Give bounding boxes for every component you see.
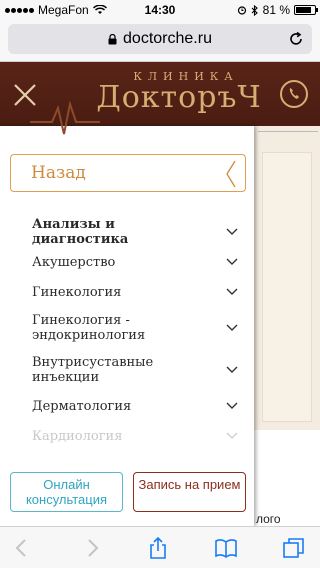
- menu-item-label: Кардиология: [32, 428, 123, 444]
- bookmarks-icon[interactable]: [214, 536, 238, 560]
- book-appointment-button[interactable]: Запись на прием: [133, 472, 246, 512]
- menu-action-buttons: Онлайн консультация Запись на прием: [10, 472, 246, 512]
- chevron-down-icon: [226, 228, 238, 235]
- menu-item-label: Внутрисуставные инъекции: [32, 355, 154, 385]
- chevron-down-icon: [226, 366, 238, 373]
- menu-item-label: Анализы и диагностика: [32, 217, 129, 247]
- clinic-logo[interactable]: КЛИНИКА ДокторъЧ: [94, 70, 264, 118]
- back-button-label: Назад: [31, 163, 86, 183]
- online-consultation-button[interactable]: Онлайн консультация: [10, 472, 123, 512]
- menu-item-analyses[interactable]: Анализы и диагностика: [0, 217, 254, 247]
- chevron-down-icon: [226, 288, 238, 295]
- phone-icon: [289, 88, 299, 99]
- phone-button[interactable]: [280, 80, 308, 108]
- chevron-down-icon: [226, 324, 238, 331]
- url-text: doctorche.ru: [123, 30, 212, 47]
- chevron-down-icon: [226, 432, 238, 439]
- address-bar[interactable]: doctorche.ru: [8, 24, 312, 54]
- browser-toolbar: [0, 526, 320, 568]
- tabs-icon[interactable]: [282, 536, 306, 560]
- menu-item-dermatology[interactable]: Дерматология: [0, 394, 254, 418]
- share-icon[interactable]: [146, 536, 170, 560]
- chevron-down-icon: [226, 402, 238, 409]
- bluetooth-icon: [251, 4, 258, 16]
- navigation-menu-panel: Назад Анализы и диагностика Акушерство Г…: [0, 100, 254, 526]
- menu-item-intraarticular-injections[interactable]: Внутрисуставные инъекции: [0, 352, 254, 388]
- logo-main-text: ДокторъЧ: [96, 80, 262, 115]
- menu-item-gynecology[interactable]: Гинекология: [0, 280, 254, 304]
- lock-icon: [108, 33, 117, 44]
- menu-item-label: Акушерство: [32, 254, 116, 270]
- status-bar: MegaFon 14:30 81 %: [0, 0, 320, 20]
- background-content-card: [262, 152, 312, 422]
- browser-address-area: doctorche.ru: [0, 20, 320, 62]
- back-chevron-icon: [226, 160, 236, 188]
- back-button[interactable]: Назад: [10, 154, 246, 192]
- chevron-down-icon: [226, 258, 238, 265]
- background-breadcrumb-fragment: [254, 128, 320, 142]
- reload-icon[interactable]: [288, 31, 304, 47]
- battery-percent: 81 %: [262, 3, 290, 17]
- menu-item-cardiology[interactable]: Кардиология: [0, 424, 254, 448]
- menu-item-label: Гинекология - эндокринология: [32, 313, 146, 343]
- background-text-fragment: лого: [256, 512, 281, 526]
- menu-item-gynecology-endocrinology[interactable]: Гинекология - эндокринология: [0, 310, 254, 346]
- menu-item-label: Дерматология: [32, 398, 132, 414]
- menu-item-obstetrics[interactable]: Акушерство: [0, 250, 254, 274]
- alarm-icon: [237, 6, 246, 15]
- heartbeat-ornament-icon: [30, 100, 100, 135]
- battery-icon: [294, 5, 318, 15]
- forward-arrow-icon[interactable]: [80, 536, 104, 560]
- menu-item-label: Гинекология: [32, 284, 122, 300]
- back-arrow-icon[interactable]: [10, 536, 34, 560]
